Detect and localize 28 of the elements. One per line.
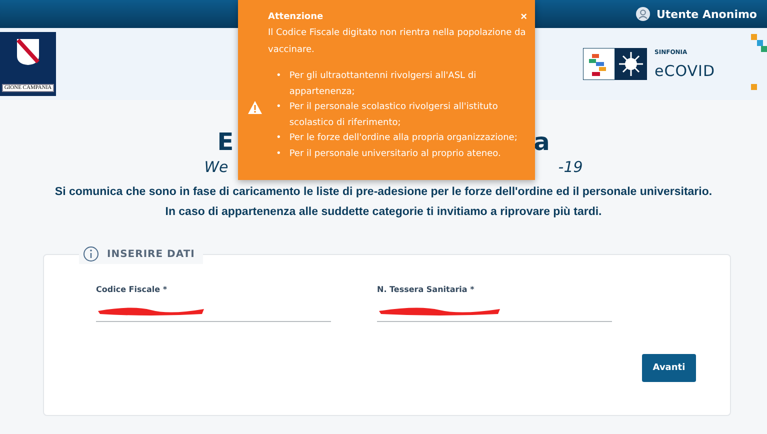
user-name[interactable]: Utente Anonimo xyxy=(656,8,757,20)
toast-list-item: Per gli ultraottantenni rivolgersi all'ASL di appartenenza; xyxy=(289,70,478,98)
ecovid-logo-drawing xyxy=(582,48,647,80)
bullet: • xyxy=(276,70,282,83)
page-title-fragment: E xyxy=(217,128,234,156)
notice-text: In caso di appartenenza alle suddette categorie ti invitiamo a riprovare più tardi. xyxy=(165,206,602,218)
subtitle-fragment: We xyxy=(204,158,228,176)
bullet: • xyxy=(276,132,282,145)
bullet: • xyxy=(276,101,282,114)
field-label: Codice Fiscale * xyxy=(96,285,168,294)
next-button[interactable]: Avanti xyxy=(642,354,696,382)
toast-list-item: Per il personale scolastico rivolgersi all'istituto scolastico di riferimento; xyxy=(289,101,499,130)
shield-icon xyxy=(16,38,40,66)
user-avatar-icon xyxy=(636,7,650,21)
form-legend: INSERIRE DATI xyxy=(107,248,195,260)
info-icon xyxy=(83,246,99,262)
product-name: eCOVID xyxy=(654,62,715,80)
bullet: • xyxy=(276,148,282,160)
color-squares-drawing xyxy=(751,32,767,92)
field-label: N. Tessera Sanitaria * xyxy=(377,285,476,294)
toast-message: Il Codice Fiscale digitato non rientra nella popolazione da vaccinare. xyxy=(268,27,527,57)
notice-text: Si comunica che sono in fase di caricamento le liste di pre-adesione per le forze dell'ordine ed il personale universitario. xyxy=(54,186,712,198)
toast-list-item: Per le forze dell'ordine alla propria organizzazione; xyxy=(289,132,518,145)
page-title-fragment: a xyxy=(534,128,550,156)
toast-title: Attenzione xyxy=(268,12,324,23)
warning-icon xyxy=(248,101,262,114)
toast-list-item: Per il personale universitario al proprio ateneo. xyxy=(289,148,501,160)
subtitle-fragment: -19 xyxy=(558,158,583,176)
